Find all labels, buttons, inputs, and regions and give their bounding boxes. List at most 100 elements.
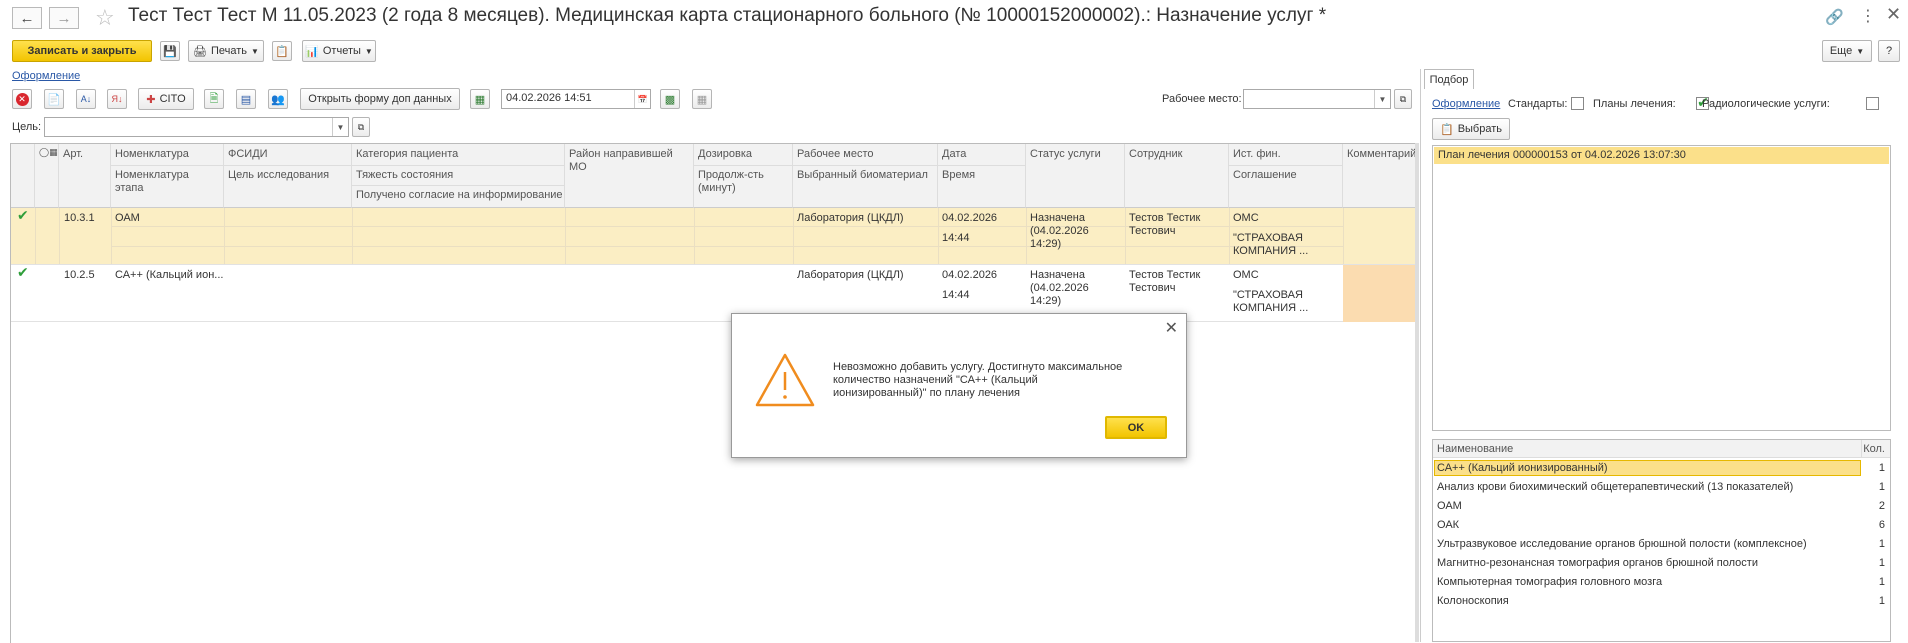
radiology-checkbox[interactable]: [1866, 97, 1880, 110]
table-grid-icon: ▦: [474, 93, 486, 106]
goal-open-button[interactable]: ⧉: [352, 117, 370, 137]
cito-icon: ✚: [146, 93, 156, 106]
select-button[interactable]: 📋 Выбрать: [1432, 118, 1510, 140]
window-title: Тест Тест Тест М 11.05.2023 (2 года 8 ме…: [128, 5, 1327, 26]
chart-icon: 📊: [305, 45, 319, 58]
col-header-employee: Сотрудник: [1125, 144, 1229, 208]
close-window-icon[interactable]: ✕: [1886, 4, 1901, 25]
col-header-check: [11, 144, 35, 208]
col-header-fin-source: Ист. фин. Соглашение: [1229, 144, 1343, 208]
card-button[interactable]: ▤: [236, 89, 256, 109]
list-item[interactable]: ОАМ 2: [1433, 497, 1890, 516]
arrow-right-icon: →: [56, 9, 72, 27]
more-button[interactable]: Еще ▼: [1822, 40, 1872, 62]
workplace-open-button[interactable]: ⧉: [1394, 89, 1412, 109]
goal-dropdown[interactable]: ▼: [332, 118, 348, 136]
save-button[interactable]: 💾: [160, 41, 180, 61]
delete-circle-icon: ✕: [15, 92, 29, 106]
error-dialog: ✕ Невозможно добавить услугу. Достигнуто…: [731, 313, 1187, 458]
printer-icon: 🖨: [193, 45, 207, 58]
calendar-picker-button[interactable]: 📅: [634, 90, 650, 108]
chevron-down-icon: ▼: [251, 46, 259, 56]
col-header-dosage: Дозировка Продолж-сть (минут): [694, 144, 793, 208]
form-design-link[interactable]: Оформление: [12, 70, 80, 82]
list-item[interactable]: Анализ крови биохимический общетерапевти…: [1433, 478, 1890, 497]
standards-label: Стандарты:: [1508, 98, 1568, 110]
add-document-button[interactable]: 🗎: [204, 89, 224, 109]
cell-time: 14:44: [942, 289, 970, 301]
chevron-down-icon: ▼: [336, 122, 345, 132]
workplace-dropdown[interactable]: ▼: [1374, 90, 1390, 108]
cell-workplace: Лаборатория (ЦКДЛ): [797, 212, 904, 224]
cell-nomenclature: ОАМ: [115, 212, 140, 224]
copy-icon: 📋: [275, 45, 289, 58]
document-button[interactable]: 📄: [44, 89, 64, 109]
list-item[interactable]: Ультразвуковое исследование органов брюш…: [1433, 535, 1890, 554]
list-item[interactable]: СА++ (Кальций ионизированный) 1: [1433, 459, 1890, 478]
list-header-qty: Кол.: [1863, 443, 1885, 455]
forward-button[interactable]: →: [49, 7, 79, 29]
sort-ascending-icon: A↓: [80, 94, 92, 104]
sort-desc-button[interactable]: Я↓: [107, 89, 127, 109]
select-icon: 📋: [1439, 123, 1454, 136]
table-row[interactable]: ✔ 10.3.1 ОАМ Лаборатория (ЦКДЛ) 04.02.20…: [11, 208, 1416, 265]
excel-button[interactable]: ▩: [660, 89, 680, 109]
treatment-plan-row[interactable]: План лечения 000000153 от 04.02.2026 13:…: [1434, 147, 1889, 164]
back-button[interactable]: ←: [12, 7, 42, 29]
cell-agreement: "СТРАХОВАЯ КОМПАНИЯ ...: [1233, 232, 1309, 257]
table-scrollbar[interactable]: [1415, 143, 1419, 642]
cell-employee: Тестов Тестик Тестович: [1129, 269, 1201, 294]
grid-button[interactable]: ▦: [692, 89, 712, 109]
excel-icon: ▩: [664, 93, 676, 106]
open-window-icon: ⧉: [357, 121, 365, 132]
row-check-icon[interactable]: ✔: [17, 265, 29, 279]
treatment-plans-label: Планы лечения:: [1593, 98, 1676, 110]
cell-fin-source: ОМС: [1233, 212, 1259, 224]
reports-label: Отчеты: [322, 45, 361, 57]
users-button[interactable]: 👥: [268, 89, 288, 109]
more-label: Еще: [1829, 45, 1853, 57]
col-header-flags: ◯▦: [35, 144, 59, 208]
link-icon[interactable]: 🔗: [1825, 8, 1844, 26]
copy-button[interactable]: 📋: [272, 41, 292, 61]
open-extra-form-button[interactable]: Открыть форму доп данных: [300, 88, 460, 110]
grid-icon: ▦: [696, 93, 708, 106]
reports-button[interactable]: 📊 Отчеты ▼: [302, 40, 376, 62]
chevron-down-icon: ▼: [1856, 46, 1865, 56]
datetime-input[interactable]: 04.02.2026 14:51: [501, 89, 651, 109]
dialog-message: Невозможно добавить услугу. Достигнуто м…: [833, 361, 1123, 399]
delete-button[interactable]: ✕: [12, 89, 32, 109]
treatment-plan-list: План лечения 000000153 от 04.02.2026 13:…: [1432, 145, 1891, 431]
radiology-label: Радиологические услуги:: [1702, 98, 1830, 110]
print-button[interactable]: 🖨 Печать ▼: [188, 40, 264, 62]
cell-status: Назначена (04.02.2026 14:29): [1030, 212, 1089, 250]
save-and-close-button[interactable]: Записать и закрыть: [12, 40, 152, 62]
arrow-left-icon: ←: [19, 9, 35, 27]
cell-status: Назначена (04.02.2026 14:29): [1030, 269, 1089, 307]
col-header-fsidi: ФСИДИ Цель исследования: [224, 144, 352, 208]
workplace-input[interactable]: [1243, 89, 1391, 109]
list-item[interactable]: Колоноскопия 1: [1433, 592, 1890, 611]
help-button[interactable]: ?: [1878, 40, 1900, 62]
table-row[interactable]: ✔ 10.2.5 СА++ (Кальций ион... Лаборатори…: [11, 265, 1416, 322]
favorite-star-icon[interactable]: ☆: [95, 5, 115, 31]
list-item[interactable]: Компьютерная томография головного мозга 1: [1433, 573, 1890, 592]
chevron-down-icon: ▼: [364, 46, 373, 56]
goal-input[interactable]: [44, 117, 349, 137]
tab-selection[interactable]: Подбор: [1424, 69, 1474, 89]
col-header-workplace: Рабочее место Выбранный биоматериал: [793, 144, 938, 208]
cell-workplace: Лаборатория (ЦКДЛ): [797, 269, 904, 281]
standards-checkbox[interactable]: [1571, 97, 1584, 110]
cito-button[interactable]: ✚ CITO: [138, 88, 194, 110]
cell-fin-source: ОМС: [1233, 269, 1259, 281]
panel-form-design-link[interactable]: Оформление: [1432, 98, 1500, 110]
list-item[interactable]: Магнитно-резонансная томография органов …: [1433, 554, 1890, 573]
dialog-close-icon[interactable]: ✕: [1165, 318, 1178, 338]
calendar-table-button[interactable]: ▦: [470, 89, 490, 109]
more-vert-icon[interactable]: ⋮: [1860, 6, 1876, 26]
calendar-icon: 📅: [637, 94, 648, 104]
list-item[interactable]: ОАК 6: [1433, 516, 1890, 535]
row-check-icon[interactable]: ✔: [17, 208, 29, 222]
ok-button[interactable]: OK: [1105, 416, 1167, 439]
sort-asc-button[interactable]: A↓: [76, 89, 96, 109]
